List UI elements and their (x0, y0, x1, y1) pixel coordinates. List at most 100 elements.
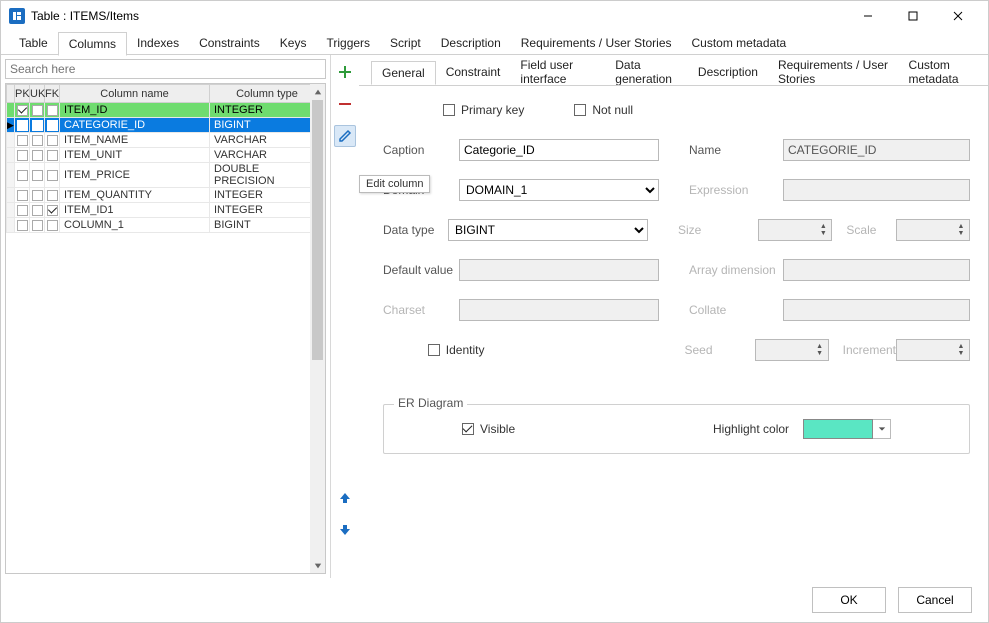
pk-checkbox[interactable] (17, 150, 28, 161)
uk-checkbox[interactable] (32, 205, 43, 216)
fk-checkbox[interactable] (47, 220, 58, 231)
main-tabs: TableColumnsIndexesConstraintsKeysTrigge… (1, 31, 988, 55)
cell-column-name[interactable]: COLUMN_1 (60, 218, 210, 233)
pk-checkbox[interactable] (17, 190, 28, 201)
main-tab-triggers[interactable]: Triggers (316, 32, 380, 54)
highlight-color-dropdown[interactable] (873, 419, 891, 439)
fk-checkbox[interactable] (47, 170, 58, 181)
cell-column-name[interactable]: CATEGORIE_ID (60, 118, 210, 133)
table-row[interactable]: ▶CATEGORIE_IDBIGINT (7, 118, 325, 133)
not-null-checkbox[interactable]: Not null (574, 103, 633, 117)
uk-checkbox[interactable] (32, 190, 43, 201)
main-tab-table[interactable]: Table (9, 32, 58, 54)
default-input[interactable] (459, 259, 659, 281)
cell-column-name[interactable]: ITEM_UNIT (60, 148, 210, 163)
cancel-button[interactable]: Cancel (898, 587, 972, 613)
main-tab-keys[interactable]: Keys (270, 32, 317, 54)
header-fk[interactable]: FK (45, 85, 60, 103)
grid-scrollbar[interactable] (310, 84, 325, 573)
header-column-name[interactable]: Column name (60, 85, 210, 103)
main-tab-indexes[interactable]: Indexes (127, 32, 189, 54)
caption-input[interactable] (459, 139, 659, 161)
fk-checkbox[interactable] (47, 135, 58, 146)
cell-column-type[interactable]: DOUBLE PRECISION (210, 163, 325, 188)
cell-column-type[interactable]: INTEGER (210, 103, 325, 118)
app-icon (9, 8, 25, 24)
search-input[interactable] (5, 59, 326, 79)
edit-column-button[interactable] (334, 125, 356, 147)
domain-select[interactable]: DOMAIN_1 (459, 179, 659, 201)
prop-tab-constraint[interactable]: Constraint (436, 61, 511, 83)
identity-checkbox[interactable]: Identity (428, 343, 485, 357)
prop-tab-description[interactable]: Description (688, 61, 768, 83)
cell-column-name[interactable]: ITEM_NAME (60, 133, 210, 148)
primary-key-checkbox[interactable]: Primary key (443, 103, 524, 117)
datatype-label: Data type (383, 223, 448, 237)
move-down-button[interactable] (334, 519, 356, 541)
fk-checkbox[interactable] (47, 105, 58, 116)
fk-checkbox[interactable] (47, 205, 58, 216)
fk-checkbox[interactable] (47, 150, 58, 161)
pk-checkbox[interactable] (17, 170, 28, 181)
header-column-type[interactable]: Column type (210, 85, 325, 103)
cell-column-name[interactable]: ITEM_ID (60, 103, 210, 118)
prop-tab-general[interactable]: General (371, 61, 436, 85)
fk-checkbox[interactable] (47, 120, 58, 131)
uk-checkbox[interactable] (32, 220, 43, 231)
table-row[interactable]: COLUMN_1BIGINT (7, 218, 325, 233)
pk-checkbox[interactable] (17, 120, 28, 131)
size-spinner[interactable]: ▲▼ (758, 219, 832, 241)
pk-checkbox[interactable] (17, 205, 28, 216)
cell-column-type[interactable]: INTEGER (210, 188, 325, 203)
uk-checkbox[interactable] (32, 105, 43, 116)
fk-checkbox[interactable] (47, 190, 58, 201)
uk-checkbox[interactable] (32, 120, 43, 131)
main-tab-custom-metadata[interactable]: Custom metadata (682, 32, 797, 54)
header-pk[interactable]: PK (15, 85, 30, 103)
move-up-button[interactable] (334, 487, 356, 509)
cell-column-name[interactable]: ITEM_QUANTITY (60, 188, 210, 203)
table-row[interactable]: ITEM_NAMEVARCHAR (7, 133, 325, 148)
add-column-button[interactable] (334, 61, 356, 83)
name-input[interactable] (783, 139, 970, 161)
visible-checkbox[interactable]: Visible (462, 422, 515, 436)
scale-spinner[interactable]: ▲▼ (896, 219, 970, 241)
window-title: Table : ITEMS/Items (31, 9, 139, 23)
pk-checkbox[interactable] (17, 135, 28, 146)
datatype-select[interactable]: BIGINT (448, 219, 648, 241)
main-tab-constraints[interactable]: Constraints (189, 32, 270, 54)
cell-column-type[interactable]: VARCHAR (210, 148, 325, 163)
table-row[interactable]: ITEM_ID1INTEGER (7, 203, 325, 218)
maximize-button[interactable] (890, 1, 935, 31)
cell-column-name[interactable]: ITEM_ID1 (60, 203, 210, 218)
cell-column-name[interactable]: ITEM_PRICE (60, 163, 210, 188)
table-row[interactable]: ITEM_PRICEDOUBLE PRECISION (7, 163, 325, 188)
close-button[interactable] (935, 1, 980, 31)
remove-column-button[interactable] (334, 93, 356, 115)
table-row[interactable]: ITEM_QUANTITYINTEGER (7, 188, 325, 203)
uk-checkbox[interactable] (32, 135, 43, 146)
cell-column-type[interactable]: BIGINT (210, 118, 325, 133)
cell-column-type[interactable]: INTEGER (210, 203, 325, 218)
ok-button[interactable]: OK (812, 587, 886, 613)
header-uk[interactable]: UK (30, 85, 45, 103)
main-tab-requirements-user-stories[interactable]: Requirements / User Stories (511, 32, 682, 54)
pk-checkbox[interactable] (17, 105, 28, 116)
main-tab-columns[interactable]: Columns (58, 32, 127, 56)
columns-grid[interactable]: PK UK FK Column name Column type ITEM_ID… (5, 83, 326, 574)
cell-column-type[interactable]: BIGINT (210, 218, 325, 233)
uk-checkbox[interactable] (32, 170, 43, 181)
main-tab-description[interactable]: Description (431, 32, 511, 54)
search-wrap (5, 59, 326, 79)
pk-checkbox[interactable] (17, 220, 28, 231)
increment-spinner[interactable]: ▲▼ (896, 339, 970, 361)
uk-checkbox[interactable] (32, 150, 43, 161)
seed-spinner[interactable]: ▲▼ (755, 339, 829, 361)
table-row[interactable]: ITEM_IDINTEGER (7, 103, 325, 118)
highlight-color-swatch[interactable] (803, 419, 873, 439)
table-row[interactable]: ITEM_UNITVARCHAR (7, 148, 325, 163)
cell-column-type[interactable]: VARCHAR (210, 133, 325, 148)
expression-input (783, 179, 970, 201)
main-tab-script[interactable]: Script (380, 32, 431, 54)
minimize-button[interactable] (845, 1, 890, 31)
